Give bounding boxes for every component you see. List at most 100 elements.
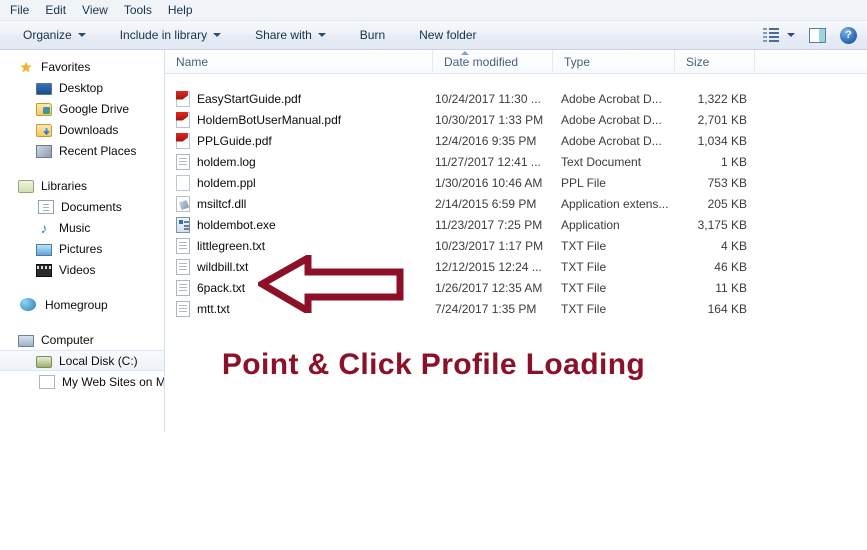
menu-item-tools[interactable]: Tools [124,0,152,20]
sidebar-item-desktop[interactable]: Desktop [0,77,164,98]
recent-places-icon [36,145,52,158]
dll-file-icon [176,195,190,212]
preview-pane-icon[interactable] [809,27,826,43]
text-file-icon [176,153,190,170]
column-header-row: Name Date modified Type Size [165,50,867,74]
file-date-cell: 7/24/2017 1:35 PM [435,301,537,316]
organize-button[interactable]: Organize [14,25,95,45]
sidebar-item-music[interactable]: ♪ Music [0,217,164,238]
file-type-cell: TXT File [561,259,607,274]
file-type-cell: TXT File [561,280,607,295]
chevron-down-icon [317,33,326,37]
documents-icon [38,200,54,214]
file-type-cell: Application extens... [561,196,669,211]
share-with-label: Share with [255,28,312,42]
table-row[interactable]: holdembot.exe 11/23/2017 7:25 PM Applica… [165,214,867,235]
file-type-cell: TXT File [561,301,607,316]
sidebar-item-documents[interactable]: Documents [0,196,164,217]
desktop-icon [36,82,52,95]
file-name-cell: EasyStartGuide.pdf [165,88,433,109]
file-name-cell: holdembot.exe [165,214,433,235]
file-type-cell: Adobe Acrobat D... [561,112,662,127]
sidebar-item-homegroup[interactable]: Homegroup [0,294,164,315]
file-name-cell: PPLGuide.pdf [165,130,433,151]
file-type-cell: TXT File [561,238,607,253]
file-date-cell: 11/27/2017 12:41 ... [435,154,541,169]
sidebar-label: Downloads [59,122,119,137]
chevron-down-icon [213,33,222,37]
menu-item-view[interactable]: View [82,0,108,20]
include-in-library-button[interactable]: Include in library [111,25,230,45]
file-size-cell: 1,322 KB [697,91,747,106]
text-file-icon [176,279,190,296]
share-with-button[interactable]: Share with [246,25,335,45]
computer-icon [18,334,34,347]
sidebar-label: Music [59,220,91,235]
organize-label: Organize [23,28,72,42]
file-name-text: holdem.log [197,154,256,169]
videos-film-icon [36,264,52,277]
sidebar-item-videos[interactable]: Videos [0,259,164,280]
star-icon: ★ [19,58,33,75]
table-row[interactable]: holdem.ppl 1/30/2016 10:46 AM PPL File 7… [165,172,867,193]
sidebar-item-pictures[interactable]: Pictures [0,238,164,259]
table-row[interactable]: HoldemBotUserManual.pdf 10/30/2017 1:33 … [165,109,867,130]
column-header-size[interactable]: Size [675,50,755,74]
text-file-icon [176,258,190,275]
table-row[interactable]: littlegreen.txt 10/23/2017 1:17 PM TXT F… [165,235,867,256]
sidebar-label: Recent Places [59,143,137,158]
column-header-name[interactable]: Name [165,50,433,74]
sidebar-label: Homegroup [45,297,108,312]
table-row[interactable]: holdem.log 11/27/2017 12:41 ... Text Doc… [165,151,867,172]
burn-label: Burn [359,28,386,42]
file-type-cell: Text Document [561,154,642,169]
music-note-icon: ♪ [40,219,48,236]
file-size-cell: 1 KB [720,154,747,169]
file-type-cell: Adobe Acrobat D... [561,133,662,148]
sort-ascending-icon [461,51,469,55]
file-name-cell: HoldemBotUserManual.pdf [165,109,433,130]
file-date-cell: 2/14/2015 6:59 PM [435,196,537,211]
help-icon[interactable]: ? [840,26,857,44]
file-date-cell: 10/30/2017 1:33 PM [435,112,544,127]
file-date-cell: 1/30/2016 10:46 AM [435,175,543,190]
screenshot-root: File Edit View Tools Help Organize Inclu… [0,0,867,550]
views-icon [763,28,779,42]
column-header-type[interactable]: Type [553,50,675,74]
sidebar-label: Google Drive [59,101,130,116]
sidebar-item-libraries[interactable]: Libraries [0,175,164,196]
menu-bar: File Edit View Tools Help [0,0,867,20]
file-date-cell: 10/24/2017 11:30 ... [435,91,541,106]
new-folder-label: New folder [419,28,477,42]
file-name-cell: holdem.ppl [165,172,433,193]
new-folder-button[interactable]: New folder [410,25,485,45]
command-bar: Organize Include in library Share with B… [0,20,867,50]
table-row[interactable]: msiltcf.dll 2/14/2015 6:59 PM Applicatio… [165,193,867,214]
change-view-button[interactable] [763,28,795,42]
sidebar-label: Videos [59,262,96,277]
exe-file-icon [176,216,190,233]
chevron-down-icon [787,33,795,37]
file-date-cell: 11/23/2017 7:25 PM [435,217,543,232]
sidebar-item-computer[interactable]: Computer [0,329,164,350]
menu-item-edit[interactable]: Edit [45,0,66,20]
file-date-cell: 12/12/2015 12:24 ... [435,259,542,274]
google-drive-folder-icon [36,103,52,116]
sidebar-item-favorites[interactable]: ★ Favorites [0,56,164,77]
sidebar-item-recent-places[interactable]: Recent Places [0,140,164,161]
chevron-down-icon [77,33,86,37]
file-date-cell: 12/4/2016 9:35 PM [435,133,537,148]
file-name-text: mtt.txt [197,301,230,316]
file-size-cell: 2,701 KB [697,112,747,127]
table-row[interactable]: EasyStartGuide.pdf 10/24/2017 11:30 ... … [165,88,867,109]
burn-button[interactable]: Burn [351,25,394,45]
menu-item-file[interactable]: File [10,0,29,20]
sidebar-item-downloads[interactable]: Downloads [0,119,164,140]
file-size-cell: 11 KB [715,280,747,295]
table-row[interactable]: PPLGuide.pdf 12/4/2016 9:35 PM Adobe Acr… [165,130,867,151]
sidebar-label: Computer [41,332,94,347]
pdf-file-icon [176,132,190,149]
menu-item-help[interactable]: Help [168,0,193,20]
column-header-date-modified[interactable]: Date modified [433,50,553,74]
sidebar-item-google-drive[interactable]: Google Drive [0,98,164,119]
